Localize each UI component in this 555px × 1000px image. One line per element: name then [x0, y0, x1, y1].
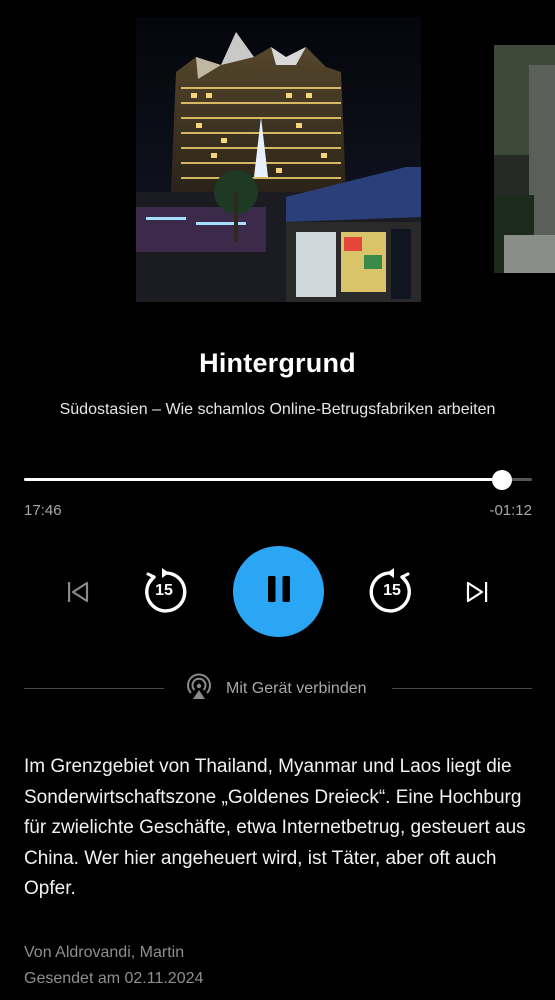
pause-icon	[266, 575, 292, 608]
episode-description: Im Grenzgebiet von Thailand, Myanmar und…	[24, 756, 526, 899]
scrubber-handle[interactable]	[491, 470, 512, 490]
progress-fill	[24, 478, 502, 481]
broadcast-date: Gesendet am 02.11.2024	[24, 970, 204, 987]
next-track-icon	[464, 580, 490, 604]
forward-15-icon: 15	[368, 568, 416, 616]
artwork-carousel[interactable]	[0, 17, 555, 302]
remaining-time: -01:12	[489, 502, 532, 519]
rewind-seconds-label: 15	[155, 582, 173, 599]
episode-author: Von Aldrovandi, Martin	[24, 944, 185, 961]
forward-seconds-label: 15	[383, 582, 401, 599]
pause-button[interactable]	[233, 546, 324, 637]
episode-subtitle: Südostasien – Wie schamlos Online-Betrug…	[59, 401, 496, 418]
connect-device-button[interactable]: Mit Gerät verbinden	[178, 673, 373, 706]
connect-device-label: Mit Gerät verbinden	[226, 680, 367, 697]
episode-artwork	[136, 17, 421, 302]
divider-right	[392, 688, 532, 689]
next-episode-artwork-peek[interactable]	[494, 45, 555, 273]
rewind-15-button[interactable]: 15	[138, 566, 190, 618]
previous-track-icon	[65, 580, 91, 604]
airplay-icon	[184, 673, 214, 706]
playback-scrubber[interactable]	[24, 470, 532, 490]
previous-button[interactable]	[62, 577, 94, 607]
playback-controls: 15 15	[0, 546, 555, 638]
forward-15-button[interactable]: 15	[366, 566, 418, 618]
connect-device-row: Mit Gerät verbinden	[24, 673, 532, 706]
divider-left	[24, 688, 164, 689]
elapsed-time: 17:46	[24, 502, 62, 519]
next-button[interactable]	[461, 577, 493, 607]
rewind-15-icon: 15	[140, 568, 188, 616]
episode-title: Hintergrund	[199, 348, 356, 378]
